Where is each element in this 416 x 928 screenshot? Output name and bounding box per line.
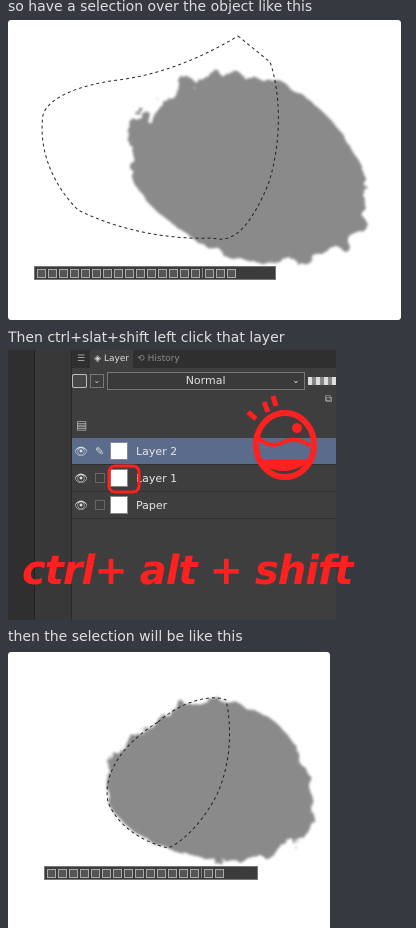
handwritten-annotation: ctrl+ alt + shift <box>22 548 353 594</box>
message-text-2: Then ctrl+slat+shift left click that lay… <box>8 330 285 346</box>
toolbar-icon <box>158 268 167 278</box>
message-text-1: so have a selection over the object like… <box>8 0 313 15</box>
toolbar-icon <box>37 268 46 278</box>
selection-toolbar-1 <box>34 266 276 280</box>
toolbar-icon <box>157 868 166 878</box>
toolbar-icon <box>124 868 133 878</box>
toolbar-icon <box>114 268 123 278</box>
toolbar-icon <box>136 268 145 278</box>
toolbar-icon <box>48 268 57 278</box>
toolbar-icon <box>58 868 67 878</box>
toolbar-icon <box>125 268 134 278</box>
toolbar-icon <box>227 268 236 278</box>
toolbar-icon <box>113 868 122 878</box>
toolbar-icon <box>81 268 90 278</box>
toolbar-icon <box>180 268 189 278</box>
toolbar-icon <box>205 268 214 278</box>
toolbar-icon <box>70 268 79 278</box>
toolbar-icon <box>103 268 112 278</box>
toolbar-separator <box>201 868 202 878</box>
smiley-doodle <box>246 395 317 480</box>
toolbar-icon <box>179 868 188 878</box>
gray-blob <box>106 701 314 861</box>
toolbar-icon <box>59 268 68 278</box>
toolbar-icon <box>169 268 178 278</box>
chat-area: so have a selection over the object like… <box>0 0 416 928</box>
click-highlight-circle <box>107 464 141 494</box>
toolbar-icon <box>135 868 144 878</box>
image-attachment-1[interactable] <box>8 20 401 320</box>
toolbar-icon <box>168 868 177 878</box>
toolbar-icon <box>91 868 100 878</box>
toolbar-icon <box>190 868 199 878</box>
toolbar-icon <box>92 268 101 278</box>
image-attachment-2[interactable] <box>8 652 330 928</box>
toolbar-icon <box>215 868 224 878</box>
toolbar-icon <box>146 868 155 878</box>
toolbar-icon <box>216 268 225 278</box>
selection-toolbar-2 <box>44 866 258 880</box>
gray-blob <box>127 73 370 264</box>
toolbar-icon <box>47 868 56 878</box>
message-text-3: then the selection will be like this <box>8 629 243 645</box>
toolbar-icon <box>147 268 156 278</box>
toolbar-icon <box>102 868 111 878</box>
toolbar-icon <box>69 868 78 878</box>
selection-illustration-2 <box>106 697 314 861</box>
toolbar-icon <box>204 868 213 878</box>
toolbar-icon <box>191 268 200 278</box>
toolbar-icon <box>80 868 89 878</box>
toolbar-separator <box>202 268 203 278</box>
